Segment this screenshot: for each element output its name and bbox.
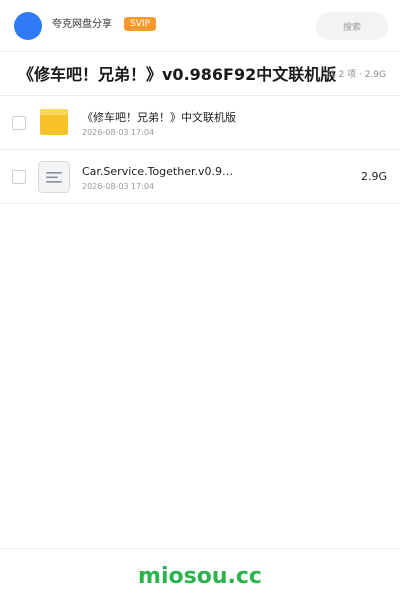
file-row[interactable]: 《修车吧！兄弟！》中文联机版 2026-08-03 17:04: [0, 96, 400, 150]
file-name: Car.Service.Together.v0.9…: [82, 165, 233, 178]
row-checkbox[interactable]: [12, 116, 26, 130]
header: 夸克网盘分享 SVIP 搜索: [0, 0, 400, 52]
folder-title: 《修车吧！兄弟！》v0.986F92中文联机版: [18, 65, 337, 84]
folder-icon: [40, 109, 68, 135]
file-date: 2026-08-03 17:04: [82, 128, 155, 137]
search-box[interactable]: 搜索: [316, 12, 388, 40]
file-row[interactable]: Car.Service.Together.v0.9… 2026-08-03 17…: [0, 150, 400, 204]
brand-name: 夸克网盘分享: [52, 19, 112, 30]
file-name: 《修车吧！兄弟！》中文联机版: [82, 111, 236, 124]
folder-summary: 共 2 项 · 2.9G: [326, 70, 386, 80]
watermark-logo: miosou.cc: [138, 564, 262, 589]
folder-header: 《修车吧！兄弟！》v0.986F92中文联机版 共 2 项 · 2.9G: [0, 52, 400, 96]
file-size: 2.9G: [360, 170, 387, 183]
search-placeholder: 搜索: [342, 22, 361, 33]
footer: miosou.cc: [0, 548, 400, 600]
svip-badge: SVIP: [124, 17, 156, 31]
file-date: 2026-08-03 17:04: [82, 182, 155, 191]
row-checkbox[interactable]: [12, 170, 26, 184]
document-icon: [38, 161, 70, 193]
share-page: 夸克网盘分享 SVIP 搜索 《修车吧！兄弟！》v0.986F92中文联机版 共…: [0, 0, 400, 600]
avatar[interactable]: [14, 12, 42, 40]
